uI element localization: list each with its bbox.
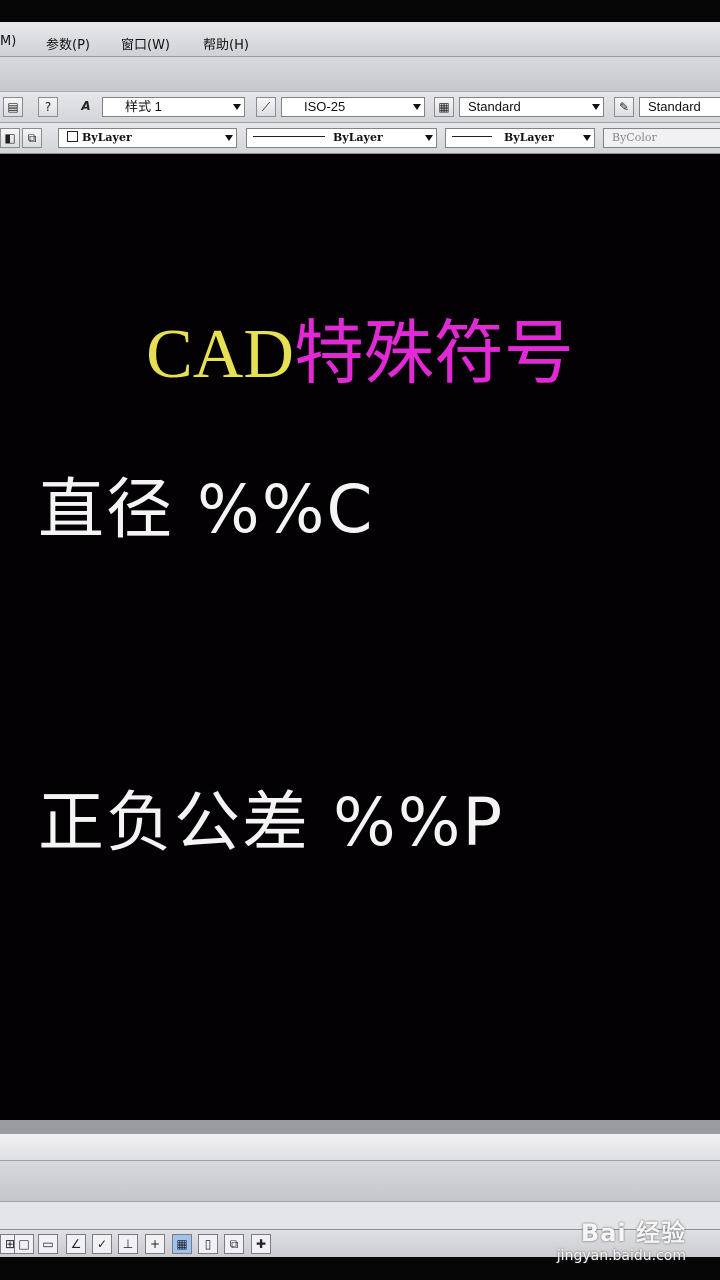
chevron-down-icon xyxy=(225,135,233,141)
tolerance-text: 正负公差 %%P xyxy=(38,784,505,861)
lineweight-sample-icon xyxy=(452,136,492,137)
layer-icon[interactable]: ◧ xyxy=(0,128,20,148)
ribbon-strip xyxy=(0,57,720,92)
properties-toolbar: ◧ ⧉ ByLayer ByLayer ByLayer ByColor xyxy=(0,123,720,154)
help-icon[interactable]: ? xyxy=(38,97,58,117)
linetype-sample-icon xyxy=(253,136,325,137)
baidu-jingyan-watermark: Bai 经验 jingyan.baidu.com xyxy=(557,1213,686,1264)
polar-icon[interactable]: ∠ xyxy=(66,1234,86,1254)
diameter-text: 直径 %%C xyxy=(38,471,375,548)
drawing-title: CAD特殊符号 xyxy=(0,310,720,400)
title-prefix: CAD xyxy=(146,316,294,393)
plot-style-dropdown[interactable]: ByColor xyxy=(603,128,720,148)
chevron-down-icon xyxy=(233,104,241,110)
top-black-bar xyxy=(0,0,720,22)
menu-item-help[interactable]: 帮助(H) xyxy=(203,34,249,53)
toolbar-button-icon[interactable]: ▤ xyxy=(3,97,23,117)
menu-item-window[interactable]: 窗口(W) xyxy=(121,34,170,53)
chevron-down-icon xyxy=(425,135,433,141)
transparency-icon[interactable]: ⧉ xyxy=(224,1234,244,1254)
lineweight-toggle-icon[interactable]: ▯ xyxy=(198,1234,218,1254)
canvas-bottom-border xyxy=(0,1120,720,1134)
lineweight-value: ByLayer xyxy=(504,131,554,144)
linetype-value: ByLayer xyxy=(333,131,383,144)
text-style-icon[interactable]: A xyxy=(76,97,96,117)
color-value: ByLayer xyxy=(82,131,132,144)
linetype-dropdown[interactable]: ByLayer xyxy=(246,128,437,148)
lineweight-dropdown[interactable]: ByLayer xyxy=(445,128,595,148)
table-style-icon[interactable]: ▦ xyxy=(434,97,454,117)
plot-style-value: ByColor xyxy=(612,131,657,144)
otrack-icon[interactable]: ⊥ xyxy=(118,1234,138,1254)
dim-style-dropdown[interactable]: ISO-25 xyxy=(281,97,425,117)
text-style-dropdown[interactable]: 样式 1 xyxy=(102,97,245,117)
dim-style-icon[interactable]: ⟋ xyxy=(256,97,276,117)
title-main: 特殊符号 xyxy=(293,316,574,393)
watermark-brand: Bai 经验 xyxy=(580,1219,686,1247)
chevron-down-icon xyxy=(583,135,591,141)
osnap-icon[interactable]: ✓ xyxy=(92,1234,112,1254)
color-swatch-icon xyxy=(67,131,78,142)
command-line-area[interactable] xyxy=(0,1161,720,1201)
dim-style-value: ISO-25 xyxy=(304,99,346,114)
ducs-icon[interactable]: + xyxy=(145,1234,165,1254)
watermark-url: jingyan.baidu.com xyxy=(556,1248,686,1264)
table-style-value: Standard xyxy=(468,99,521,114)
menu-item-modify[interactable]: M) xyxy=(0,34,16,49)
quick-properties-icon[interactable]: ✚ xyxy=(251,1234,271,1254)
ortho-icon[interactable]: ▭ xyxy=(38,1234,58,1254)
chevron-down-icon xyxy=(413,104,421,110)
chevron-down-icon xyxy=(592,104,600,110)
color-dropdown[interactable]: ByLayer xyxy=(58,128,237,148)
layer-previous-icon[interactable]: ⧉ xyxy=(22,128,42,148)
multileader-style-value: Standard xyxy=(648,99,701,114)
menu-item-parametric[interactable]: 参数(P) xyxy=(46,34,90,53)
menu-bar: M) 参数(P) 窗口(W) 帮助(H) xyxy=(0,22,720,57)
styles-toolbar: ▤ ? A 样式 1 ⟋ ISO-25 ▦ Standard ✎ Standar… xyxy=(0,92,720,123)
table-style-dropdown[interactable]: Standard xyxy=(459,97,604,117)
drawing-canvas[interactable] xyxy=(0,154,720,1120)
dyn-icon[interactable]: ▦ xyxy=(172,1234,192,1254)
multileader-style-dropdown[interactable]: Standard xyxy=(639,97,720,117)
grid-icon[interactable]: □ xyxy=(14,1234,34,1254)
text-style-value: 样式 1 xyxy=(125,99,162,114)
layout-tabs-bar xyxy=(0,1134,720,1161)
multileader-style-icon[interactable]: ✎ xyxy=(614,97,634,117)
